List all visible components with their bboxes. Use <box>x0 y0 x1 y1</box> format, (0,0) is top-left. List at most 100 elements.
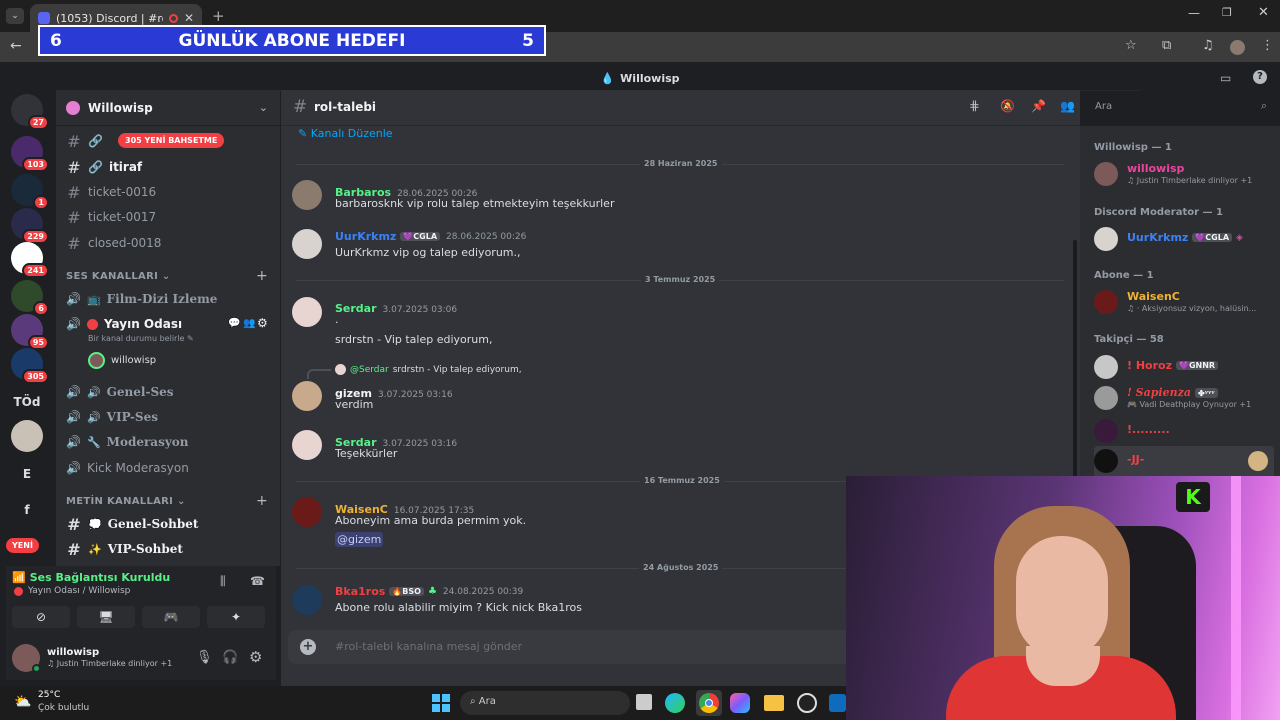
message-author[interactable]: UurKrkmz <box>335 230 396 243</box>
channel-ticket-0016[interactable]: # ticket-0016 <box>66 181 156 203</box>
edit-channel-link[interactable]: ✎ Kanalı Düzenle <box>298 127 393 140</box>
avatar[interactable] <box>292 180 322 210</box>
channel-ticket-0017[interactable]: # ticket-0017 <box>66 206 156 228</box>
channel-genel-sohbet[interactable]: # 💭 Genel-Sohbet <box>66 513 198 535</box>
gear-icon[interactable]: ⚙ <box>257 316 268 330</box>
voice-location[interactable]: Yayın Odası / Willowisp <box>14 586 130 596</box>
message-header: Bka1ros 🔥BSO ♣ 24.08.2025 00:39 <box>335 585 523 598</box>
copilot-icon[interactable] <box>730 693 750 713</box>
pin-icon[interactable]: 📌 <box>1031 99 1046 113</box>
minimize-button[interactable]: — <box>1188 6 1200 20</box>
help-icon[interactable]: ? <box>1253 70 1267 84</box>
add-text-channel-icon[interactable]: + <box>256 493 268 509</box>
add-attachment-icon[interactable]: + <box>300 639 316 655</box>
screen-share-button[interactable]: 🖥 <box>77 606 135 628</box>
bookmark-star-icon[interactable]: ☆ <box>1125 38 1137 53</box>
close-tab-icon[interactable]: ✕ <box>184 11 194 25</box>
chat-icon[interactable]: 💬 <box>228 318 240 329</box>
notification-off-icon[interactable]: 🔕 <box>1000 99 1015 113</box>
server-icon[interactable]: 241 <box>11 242 49 278</box>
mention-pill[interactable]: 305 YENİ BAHSETME <box>118 133 225 148</box>
media-icon[interactable]: ♫ <box>1202 38 1214 53</box>
noise-suppression-icon[interactable]: ⫼ <box>220 574 226 589</box>
member-item[interactable]: ! Horoz 💜GNNR <box>1094 352 1274 384</box>
headphones-icon[interactable]: 🎧 <box>222 650 238 665</box>
search-input[interactable]: Ara ⌕ <box>1088 96 1272 118</box>
server-icon[interactable] <box>11 420 43 452</box>
disconnect-icon[interactable]: ☎ <box>250 574 265 588</box>
profile-avatar[interactable] <box>1230 40 1245 55</box>
activity-button[interactable]: 🎮 <box>142 606 200 628</box>
channel-closed-0018[interactable]: # closed-0018 <box>66 232 161 254</box>
voice-channel-moderasyon[interactable]: 🔊 🔧 Moderasyon <box>66 431 189 453</box>
voice-channel-film-dizi[interactable]: 🔊 📺 Film-Dizi Izleme <box>66 288 217 310</box>
member-item[interactable]: willowisp ♫ Justin Timberlake dinliyor +… <box>1094 159 1274 191</box>
message-author[interactable]: Bka1ros <box>335 585 385 598</box>
edge-icon[interactable] <box>665 693 685 713</box>
voice-status[interactable]: 📶 Ses Bağlantısı Kuruldu <box>12 571 170 584</box>
file-explorer-icon[interactable] <box>764 695 784 711</box>
task-view-icon[interactable] <box>636 694 652 710</box>
windows-start-icon[interactable] <box>432 694 450 712</box>
voice-status-hint[interactable]: Bir kanal durumu belirle ✎ <box>88 334 194 343</box>
tab-search-button[interactable]: ⌄ <box>6 8 24 24</box>
server-icon[interactable]: 95 <box>11 314 49 350</box>
extensions-icon[interactable]: ⧉ <box>1162 38 1171 53</box>
member-item[interactable]: -JJ- <box>1094 446 1274 478</box>
server-icon[interactable]: f <box>11 494 43 526</box>
channel-itiraf[interactable]: # 🔗 itiraf <box>66 156 142 178</box>
threads-icon[interactable]: ⋕ <box>969 99 980 114</box>
inbox-icon[interactable]: ▭ <box>1220 71 1231 85</box>
voice-channel-yayin-odasi[interactable]: 🔊 Yayın Odası <box>66 313 182 335</box>
server-icon[interactable]: 229 <box>11 208 49 244</box>
voice-channel-kick-moderasyon[interactable]: 🔊 Kick Moderasyon <box>66 457 189 479</box>
server-icon[interactable]: 103 <box>11 136 49 172</box>
category-text[interactable]: METİN KANALLARI ⌄ <box>66 496 186 507</box>
chrome-icon[interactable] <box>696 690 722 716</box>
voice-member-willowisp[interactable]: willowisp <box>88 352 156 369</box>
server-icon[interactable]: 1 <box>11 174 49 210</box>
user-mention[interactable]: @gizem <box>335 532 384 547</box>
avatar[interactable] <box>292 497 322 527</box>
server-icon[interactable]: 27 <box>11 94 49 130</box>
new-servers-pill[interactable]: YENİ <box>6 538 39 553</box>
user-name[interactable]: willowisp <box>47 647 99 658</box>
browser-menu-icon[interactable]: ⋮ <box>1261 38 1274 53</box>
soundboard-button[interactable]: ✦ <box>207 606 265 628</box>
microphone-icon[interactable]: 🎙 <box>196 650 213 665</box>
avatar[interactable] <box>292 381 322 411</box>
gear-icon[interactable]: ⚙ <box>249 648 262 666</box>
add-voice-channel-icon[interactable]: + <box>256 268 268 284</box>
server-icon[interactable]: TÖd <box>11 386 43 418</box>
message-author[interactable]: Serdar <box>335 302 377 315</box>
avatar[interactable] <box>292 430 322 460</box>
weather-icon[interactable]: ⛅ <box>14 694 31 710</box>
restore-button[interactable]: ❐ <box>1222 6 1232 19</box>
avatar[interactable] <box>292 229 322 259</box>
server-icon[interactable]: 6 <box>11 280 49 316</box>
new-tab-button[interactable]: + <box>212 7 225 25</box>
member-item[interactable]: !......... <box>1094 416 1274 448</box>
member-item[interactable]: UurKrkmz 💜CGLA ◈ <box>1094 224 1274 256</box>
obs-icon[interactable] <box>797 693 817 713</box>
member-item[interactable]: WaisenC ♫ · Aksiyonsuz vizyon, halüsin..… <box>1094 287 1274 319</box>
server-icon[interactable]: E <box>11 458 43 490</box>
category-voice[interactable]: SES KANALLARI ⌄ <box>66 271 171 282</box>
outlook-icon[interactable] <box>829 694 846 712</box>
back-icon[interactable]: ← <box>10 38 22 54</box>
member-list-icon[interactable]: 👥 <box>1060 99 1075 113</box>
channel-vip-sohbet[interactable]: # ✨ VIP-Sohbet <box>66 538 183 560</box>
server-icon[interactable]: 305 <box>11 348 49 384</box>
channel-link-hidden[interactable]: # 🔗 <box>66 130 103 152</box>
reply-preview[interactable]: @Serdar srdrstn - Vip talep ediyorum, <box>335 364 522 375</box>
avatar[interactable] <box>292 585 322 615</box>
voice-channel-vip-ses[interactable]: 🔊 🔊 VIP-Ses <box>66 406 158 428</box>
add-member-icon[interactable]: 👥 <box>243 318 255 329</box>
close-window-button[interactable]: ✕ <box>1258 5 1269 20</box>
server-header[interactable]: Willowisp ⌄ <box>56 90 280 126</box>
member-item[interactable]: ! Sapienza ✤ᵞᵞᵞ 🎮 Vadi Deathplay Oynuyor… <box>1094 383 1274 415</box>
avatar[interactable] <box>292 297 322 327</box>
taskbar-search[interactable]: ⌕ Ara <box>460 691 630 715</box>
voice-channel-genel-ses[interactable]: 🔊 🔊 Genel-Ses <box>66 381 174 403</box>
camera-off-button[interactable]: ⊘ <box>12 606 70 628</box>
